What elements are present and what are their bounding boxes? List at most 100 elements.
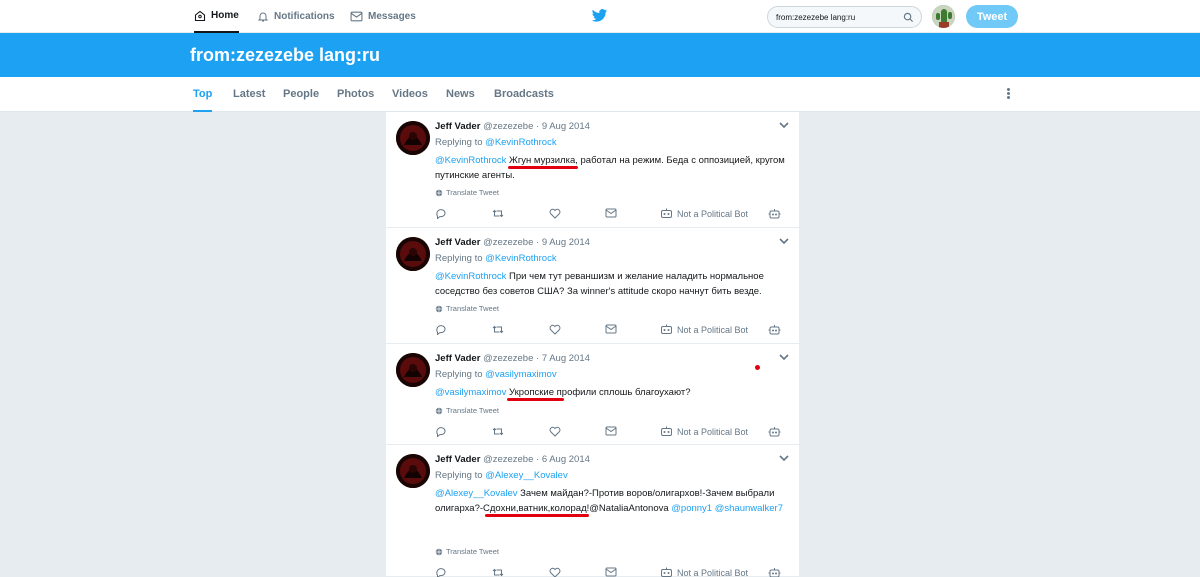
search-box[interactable]: from:zezezebe lang:ru [767, 6, 922, 28]
retweet-icon[interactable] [492, 567, 504, 577]
tweet-actions: Not a Political Bot [435, 567, 785, 577]
nav-home[interactable]: Home [194, 0, 239, 33]
tweet-body: Укропские профили сплошь благоухают? [506, 387, 691, 398]
tweet-date[interactable]: · 9 Aug 2014 [536, 237, 590, 248]
tab-people[interactable]: People [283, 77, 319, 112]
translate-tweet[interactable]: Translate Tweet [435, 547, 499, 556]
chevron-down-icon[interactable] [779, 354, 789, 361]
replying-to-label: Replying to [435, 137, 483, 148]
search-query-title: from:zezezebe lang:ru [190, 45, 381, 65]
tweet-date[interactable]: · 9 Aug 2014 [536, 121, 590, 132]
political-bot-check[interactable]: Not a Political Bot [660, 567, 748, 577]
tweet[interactable]: Jeff Vader @zezezebe · 9 Aug 2014 Replyi… [386, 112, 799, 228]
tweet-text: @Alexey__Kovalev Зачем майдан?-Против во… [435, 486, 785, 516]
tweet[interactable]: Jeff Vader @zezezebe · 7 Aug 2014 Replyi… [386, 344, 799, 445]
chevron-down-icon[interactable] [779, 455, 789, 462]
direct-message-icon[interactable] [605, 324, 617, 334]
reply-icon[interactable] [435, 426, 447, 437]
replying-to-link[interactable]: @Alexey__Kovalev [485, 470, 568, 481]
translate-tweet[interactable]: Translate Tweet [435, 304, 499, 313]
mention-link[interactable]: @ponny1 [671, 503, 712, 514]
tab-videos[interactable]: Videos [392, 77, 428, 112]
bot-report-icon[interactable] [768, 426, 781, 438]
tweet-avatar[interactable] [396, 454, 430, 488]
tweet-header: Jeff Vader @zezezebe · 6 Aug 2014 [435, 454, 590, 465]
dark-avatar-icon [396, 121, 430, 155]
tweet-header: Jeff Vader @zezezebe · 9 Aug 2014 [435, 121, 590, 132]
tweet[interactable]: Jeff Vader @zezezebe · 9 Aug 2014 Replyi… [386, 228, 799, 344]
retweet-icon[interactable] [492, 324, 504, 335]
chevron-down-icon[interactable] [779, 238, 789, 245]
bot-report-icon[interactable] [768, 567, 781, 577]
nav-notifications[interactable]: Notifications [257, 0, 335, 33]
twitter-bird-icon[interactable] [591, 9, 608, 23]
search-header: from:zezezebe lang:ru [0, 33, 1200, 77]
retweet-icon[interactable] [492, 426, 504, 437]
tab-top[interactable]: Top [193, 77, 213, 112]
translate-tweet[interactable]: Translate Tweet [435, 188, 499, 197]
search-input[interactable]: from:zezezebe lang:ru [776, 13, 903, 22]
direct-message-icon[interactable] [605, 426, 617, 436]
tweet-author-name[interactable]: Jeff Vader [435, 454, 480, 465]
direct-message-icon[interactable] [605, 567, 617, 577]
tweet-author-name[interactable]: Jeff Vader [435, 237, 480, 248]
tweet[interactable]: Jeff Vader @zezezebe · 6 Aug 2014 Replyi… [386, 445, 799, 577]
bot-report-icon[interactable] [768, 208, 781, 220]
retweet-icon[interactable] [492, 208, 504, 219]
more-options-icon[interactable] [1006, 87, 1012, 101]
tweet-avatar[interactable] [396, 121, 430, 155]
tweet-author-handle[interactable]: @zezezebe [483, 237, 533, 248]
dark-avatar-icon [396, 353, 430, 387]
profile-avatar[interactable] [932, 5, 955, 28]
mention-link[interactable]: @Alexey__Kovalev [435, 488, 518, 499]
reply-icon[interactable] [435, 208, 447, 219]
political-bot-check[interactable]: Not a Political Bot [660, 324, 748, 335]
tab-news[interactable]: News [446, 77, 475, 112]
like-icon[interactable] [549, 324, 561, 335]
mention-link[interactable]: @NataliaAntonova [589, 503, 668, 514]
like-icon[interactable] [549, 208, 561, 219]
search-icon[interactable] [903, 12, 914, 23]
mention-link[interactable]: @KevinRothrock [435, 271, 506, 282]
tweet-date[interactable]: · 6 Aug 2014 [536, 454, 590, 465]
tweet-date[interactable]: · 7 Aug 2014 [536, 353, 590, 364]
tweet-avatar[interactable] [396, 353, 430, 387]
mention-link[interactable]: @vasilymaximov [435, 387, 506, 398]
political-bot-check[interactable]: Not a Political Bot [660, 208, 748, 219]
translate-label: Translate Tweet [446, 304, 499, 313]
tweet-author-handle[interactable]: @zezezebe [483, 121, 533, 132]
like-icon[interactable] [549, 426, 561, 437]
mention-link[interactable]: @KevinRothrock [435, 155, 506, 166]
reply-icon[interactable] [435, 324, 447, 335]
tweet-author-name[interactable]: Jeff Vader [435, 353, 480, 364]
replying-to-link[interactable]: @KevinRothrock [485, 253, 556, 264]
replying-to-link[interactable]: @vasilymaximov [485, 369, 556, 380]
bot-label: Not a Political Bot [677, 208, 749, 219]
tab-photos[interactable]: Photos [337, 77, 374, 112]
mention-link[interactable]: @shaunwalker7 [715, 503, 783, 514]
replying-to-link[interactable]: @KevinRothrock [485, 137, 556, 148]
chevron-down-icon[interactable] [779, 122, 789, 129]
direct-message-icon[interactable] [605, 208, 617, 218]
red-underline-annotation [508, 166, 578, 169]
translate-label: Translate Tweet [446, 188, 499, 197]
tweet-author-handle[interactable]: @zezezebe [483, 353, 533, 364]
tab-latest[interactable]: Latest [233, 77, 265, 112]
tweet-author-name[interactable]: Jeff Vader [435, 121, 480, 132]
translate-tweet[interactable]: Translate Tweet [435, 406, 499, 415]
tweet-author-handle[interactable]: @zezezebe [483, 454, 533, 465]
nav-messages[interactable]: Messages [350, 0, 416, 33]
political-bot-check[interactable]: Not a Political Bot [660, 426, 748, 437]
translate-label: Translate Tweet [446, 547, 499, 556]
replying-to: Replying to @KevinRothrock [435, 137, 557, 148]
tweet-actions: Not a Political Bot [435, 426, 785, 440]
globe-icon [435, 407, 443, 414]
like-icon[interactable] [549, 567, 561, 577]
tweet-avatar[interactable] [396, 237, 430, 271]
tab-broadcasts[interactable]: Broadcasts [494, 77, 554, 112]
reply-icon[interactable] [435, 567, 447, 577]
nav-notifications-label: Notifications [274, 11, 335, 22]
bot-report-icon[interactable] [768, 324, 781, 336]
tweet-button[interactable]: Tweet [966, 5, 1018, 28]
replying-to-label: Replying to [435, 253, 483, 264]
